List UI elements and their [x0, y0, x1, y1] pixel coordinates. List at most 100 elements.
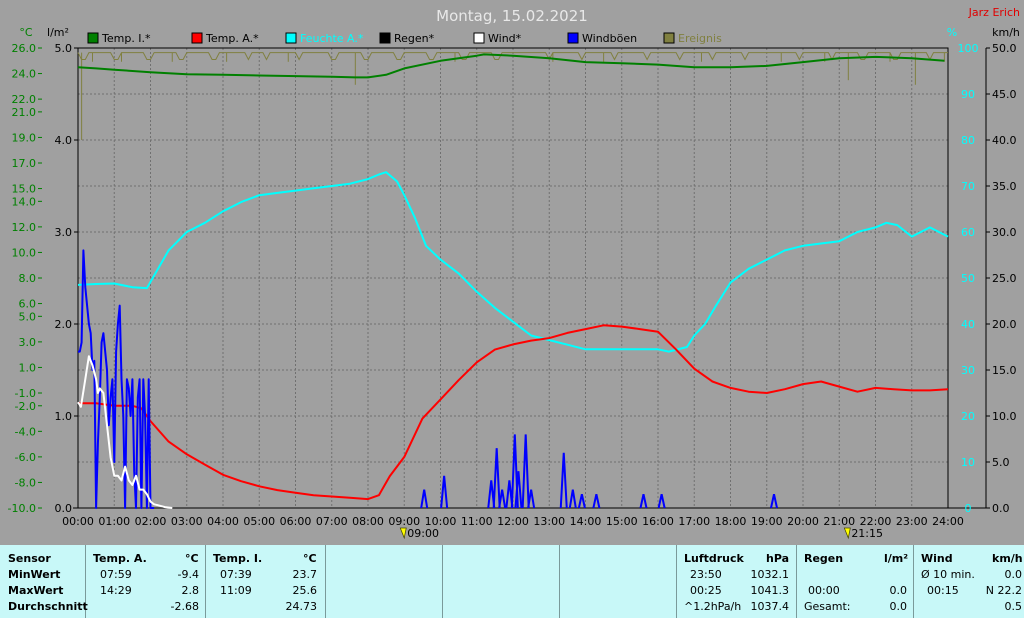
x-tick-label: 13:00 [533, 515, 565, 528]
temp-tick-label: 1.0 [19, 361, 37, 374]
temp-tick-label: -10.0 [8, 502, 36, 515]
x-tick-label: 24:00 [932, 515, 964, 528]
time-marker-label: 21:15 [851, 527, 883, 540]
wind-tick-label: 20.0 [992, 318, 1017, 331]
wind-max-value: N 22.2 [985, 584, 1022, 597]
temp-a-unit: °C [185, 552, 199, 565]
temp-i-min-time: 07:39 [220, 568, 252, 581]
wind-tick-label: 45.0 [992, 88, 1017, 101]
temp-tick-label: -1.0 [15, 387, 36, 400]
minwert-label: MinWert [8, 568, 61, 581]
rain-tick-label: 3.0 [55, 226, 73, 239]
temp-i-min-value: 23.7 [292, 568, 318, 581]
x-tick-label: 06:00 [280, 515, 312, 528]
temp-i-avg-value: 24.73 [285, 600, 318, 613]
wind-tick-label: 0.0 [992, 502, 1010, 515]
luftdruck-header: Luftdruck [684, 552, 744, 565]
temp-tick-label: -4.0 [15, 425, 36, 438]
wind-unit: km/h [992, 552, 1023, 565]
temp-i-unit: °C [303, 552, 317, 565]
humidity-tick-label: 50 [961, 272, 975, 285]
temp-a-min-time: 07:59 [100, 568, 132, 581]
legend-item: Temp. A.* [191, 32, 259, 45]
humidity-tick-label: 0 [965, 502, 972, 515]
chart-background [0, 0, 1024, 545]
x-tick-label: 00:00 [62, 515, 94, 528]
humidity-tick-label: 30 [961, 364, 975, 377]
temp-tick-label: 21.0 [12, 106, 37, 119]
temp-tick-label: 6.0 [19, 298, 37, 311]
humidity-tick-label: 90 [961, 88, 975, 101]
wind-axis-unit: km/h [992, 26, 1020, 39]
temp-axis-unit: °C [19, 26, 33, 39]
humidity-tick-label: 40 [961, 318, 975, 331]
regen-header: Regen [804, 552, 844, 565]
wind-max-time: 00:15 [927, 584, 959, 597]
wind-tick-label: 5.0 [992, 456, 1010, 469]
legend-item: Regen* [379, 32, 435, 45]
x-tick-label: 23:00 [896, 515, 928, 528]
wind-avg10-value: 0.0 [1004, 568, 1023, 581]
temp-tick-label: -8.0 [15, 476, 36, 489]
humidity-tick-label: 60 [961, 226, 975, 239]
wind-tick-label: 50.0 [992, 42, 1017, 55]
weather-chart: Montag, 15.02.2021 Jarz Erich °C l/m² % … [0, 0, 1024, 545]
legend-item: Ereignis [663, 32, 722, 45]
chart-author: Jarz Erich [968, 6, 1020, 19]
temp-a-header: Temp. A. [93, 552, 147, 565]
x-tick-label: 15:00 [606, 515, 638, 528]
temp-tick-label: 17.0 [12, 157, 37, 170]
legend-swatch [663, 32, 675, 44]
legend-label: Regen* [394, 32, 435, 45]
legend-item: Windböen [567, 32, 637, 45]
legend-item: Temp. I.* [87, 32, 151, 45]
x-tick-label: 11:00 [461, 515, 493, 528]
x-tick-label: 04:00 [207, 515, 239, 528]
luftdruck-min-value: 1032.1 [750, 568, 790, 581]
wind-tick-label: 25.0 [992, 272, 1017, 285]
legend-label: Feuchte A.* [300, 32, 364, 45]
legend-label: Wind* [488, 32, 522, 45]
maxwert-label: MaxWert [8, 584, 64, 597]
regen-total-value: 0.0 [889, 600, 908, 613]
x-tick-label: 16:00 [642, 515, 674, 528]
humidity-tick-label: 20 [961, 410, 975, 423]
legend-swatch [285, 32, 297, 44]
luftdruck-max-time: 00:25 [690, 584, 722, 597]
temp-tick-label: 19.0 [12, 131, 37, 144]
x-tick-label: 03:00 [171, 515, 203, 528]
legend-swatch [379, 32, 391, 44]
x-tick-label: 01:00 [98, 515, 130, 528]
legend-swatch [87, 32, 99, 44]
legend-label: Ereignis [678, 32, 722, 45]
time-marker-label: 09:00 [407, 527, 439, 540]
temp-tick-label: 15.0 [12, 183, 37, 196]
regen-max-value: 0.0 [889, 584, 908, 597]
sensor-header: Sensor [8, 552, 51, 565]
legend-swatch [473, 32, 485, 44]
rain-tick-label: 1.0 [55, 410, 73, 423]
luftdruck-avg-value: 1037.4 [750, 600, 790, 613]
wind-tick-label: 10.0 [992, 410, 1017, 423]
wind-avg10-label: Ø 10 min. [921, 568, 975, 581]
chart-title: Montag, 15.02.2021 [436, 7, 588, 25]
temp-a-max-value: 2.8 [181, 584, 200, 597]
x-tick-label: 02:00 [135, 515, 167, 528]
legend-label: Windböen [582, 32, 637, 45]
temp-tick-label: 8.0 [19, 272, 37, 285]
x-tick-label: 12:00 [497, 515, 529, 528]
wind-tick-label: 40.0 [992, 134, 1017, 147]
legend-label: Temp. I.* [101, 32, 151, 45]
x-tick-label: 19:00 [751, 515, 783, 528]
humidity-axis-unit: % [947, 26, 957, 39]
temp-tick-label: 12.0 [12, 221, 37, 234]
rain-tick-label: 2.0 [55, 318, 73, 331]
legend-item: Wind* [473, 32, 522, 45]
luftdruck-min-time: 23:50 [690, 568, 722, 581]
durchschnitt-label: Durchschnitt [8, 600, 88, 613]
rain-tick-label: 0.0 [55, 502, 73, 515]
temp-i-max-time: 11:09 [220, 584, 252, 597]
rain-tick-label: 4.0 [55, 134, 73, 147]
statistics-table: Sensor MinWert MaxWert Durchschnitt Temp… [0, 545, 1024, 618]
temp-tick-label: 5.0 [19, 310, 37, 323]
